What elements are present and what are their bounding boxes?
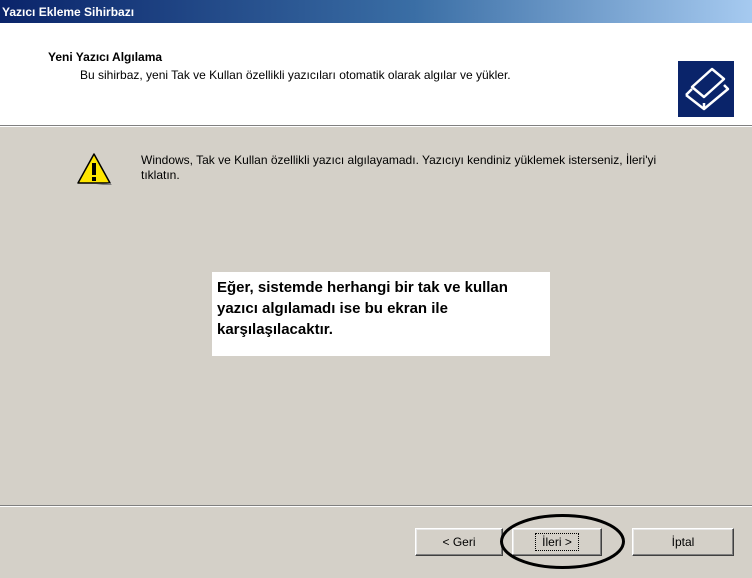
annotation-text: Eğer, sistemde herhangi bir tak ve kulla… xyxy=(217,279,508,338)
page-title: Yeni Yazıcı Algılama xyxy=(48,50,163,64)
warning-icon xyxy=(77,153,112,185)
window-title-bar: Yazıcı Ekleme Sihirbazı xyxy=(0,0,752,23)
header-divider xyxy=(0,125,752,127)
back-button[interactable]: < Geri xyxy=(415,528,503,556)
page-subtitle: Bu sihirbaz, yeni Tak ve Kullan özellikl… xyxy=(80,68,511,82)
back-button-label: < Geri xyxy=(442,535,476,549)
warning-message: Windows, Tak ve Kullan özellikli yazıcı … xyxy=(141,153,657,182)
window-title: Yazıcı Ekleme Sihirbazı xyxy=(2,4,135,19)
footer-divider xyxy=(0,505,752,507)
printer-icon xyxy=(678,61,734,117)
cancel-button[interactable]: İptal xyxy=(632,528,734,556)
annotation-box: Eğer, sistemde herhangi bir tak ve kulla… xyxy=(212,272,550,356)
next-button-label: İleri > xyxy=(535,533,579,551)
next-button[interactable]: İleri > xyxy=(512,528,602,556)
wizard-header: Yeni Yazıcı Algılama Bu sihirbaz, yeni T… xyxy=(0,23,752,125)
cancel-button-label: İptal xyxy=(671,535,695,549)
